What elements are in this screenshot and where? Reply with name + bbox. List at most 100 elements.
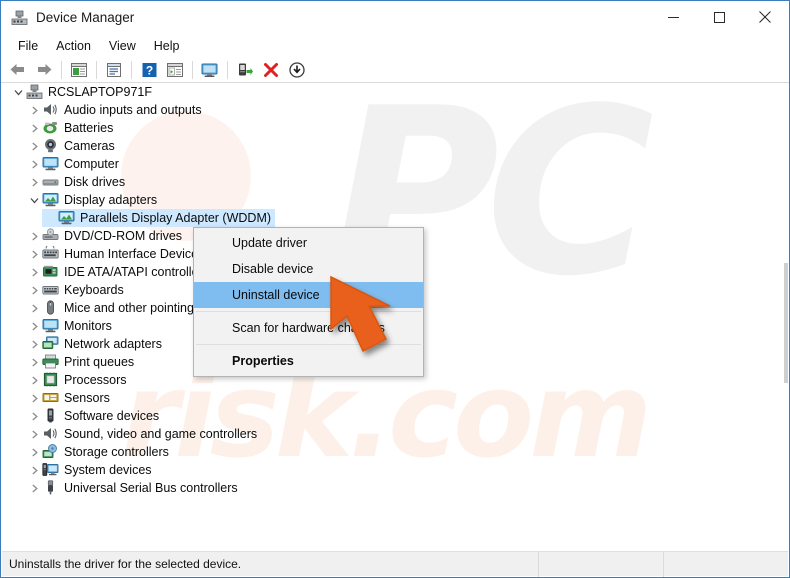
camera-icon (42, 138, 59, 155)
svg-text:?: ? (145, 63, 152, 77)
context-menu-item-update-driver[interactable]: Update driver (194, 230, 423, 256)
chevron-right-icon[interactable] (26, 425, 42, 443)
context-menu-item-properties[interactable]: Properties (194, 348, 423, 374)
chevron-right-icon[interactable] (26, 389, 42, 407)
chevron-right-icon[interactable] (26, 353, 42, 371)
tree-item-label: Computer (64, 157, 119, 171)
keyboard-icon (42, 282, 59, 299)
tree-item[interactable]: Display adapters (2, 191, 788, 209)
chevron-right-icon[interactable] (26, 263, 42, 281)
scrollbar-thumb[interactable] (784, 263, 788, 383)
refresh-icon[interactable] (163, 59, 187, 81)
tree-item[interactable]: Sound, video and game controllers (2, 425, 788, 443)
chevron-right-icon[interactable] (26, 137, 42, 155)
ide-controller-icon (42, 264, 59, 281)
chevron-right-icon[interactable] (26, 245, 42, 263)
disk-drive-icon (42, 174, 59, 191)
selected-item-highlight: Parallels Display Adapter (WDDM) (42, 209, 276, 227)
tree-item[interactable]: Disk drives (2, 173, 788, 191)
status-pane-1 (538, 551, 663, 577)
tree-item[interactable]: Cameras (2, 137, 788, 155)
context-menu-item-uninstall-device[interactable]: Uninstall device (194, 282, 423, 308)
chevron-right-icon[interactable] (26, 461, 42, 479)
dvd-drive-icon (42, 227, 59, 245)
tree-item[interactable]: Storage controllers (2, 443, 788, 461)
chevron-right-icon[interactable] (26, 227, 42, 245)
tree-item-label: System devices (64, 463, 152, 477)
chevron-right-icon[interactable] (26, 173, 42, 191)
context-menu-item-scan-for-hardware-changes[interactable]: Scan for hardware changes (194, 315, 423, 341)
tree-item-label: Network adapters (64, 337, 162, 351)
chevron-right-icon[interactable] (26, 299, 42, 317)
status-text: Uninstalls the driver for the selected d… (9, 557, 242, 571)
chevron-right-icon[interactable] (26, 479, 42, 497)
tree-item[interactable]: Computer (2, 155, 788, 173)
chevron-right-icon[interactable] (26, 371, 42, 389)
chevron-right-icon[interactable] (26, 335, 42, 353)
display-adapter-icon (58, 210, 75, 227)
properties-icon[interactable] (102, 59, 126, 81)
tree-item-label: Batteries (64, 121, 114, 135)
chevron-right-icon[interactable] (26, 119, 42, 137)
chevron-down-icon[interactable] (26, 191, 42, 209)
menu-view[interactable]: View (100, 36, 145, 56)
menu-action[interactable]: Action (47, 36, 100, 56)
context-menu-separator (196, 344, 421, 345)
chevron-down-icon[interactable] (10, 83, 26, 101)
usb-icon (42, 479, 59, 497)
storage-controller-icon (42, 443, 59, 461)
processor-icon (42, 372, 59, 389)
vertical-scrollbar[interactable] (784, 83, 788, 552)
chevron-right-icon[interactable] (26, 101, 42, 119)
minimize-button[interactable] (650, 1, 696, 33)
tree-item-label: Monitors (64, 319, 112, 333)
chevron-right-icon[interactable] (26, 317, 42, 335)
tree-item-label: Processors (64, 373, 127, 387)
tree-item[interactable]: Universal Serial Bus controllers (2, 479, 788, 497)
chevron-right-icon[interactable] (26, 281, 42, 299)
tree-item-label: Human Interface Devices (64, 247, 205, 261)
toolbar-separator (61, 60, 62, 79)
tree-item-label: Parallels Display Adapter (WDDM) (80, 211, 272, 225)
menu-help[interactable]: Help (145, 36, 189, 56)
help-icon[interactable]: ? (137, 59, 161, 81)
toolbar-separator (192, 60, 193, 79)
forward-icon[interactable] (32, 59, 56, 81)
disable-device-icon[interactable] (285, 59, 309, 81)
tree-item[interactable]: Parallels Display Adapter (WDDM) (2, 209, 788, 227)
tree-item-label: Audio inputs and outputs (64, 103, 202, 117)
network-adapter-icon (42, 335, 59, 353)
context-menu-item-disable-device[interactable]: Disable device (194, 256, 423, 282)
update-driver-icon[interactable] (233, 59, 257, 81)
close-button[interactable] (742, 1, 788, 33)
maximize-button[interactable] (696, 1, 742, 33)
device-manager-icon (11, 10, 28, 26)
uninstall-device-icon[interactable] (259, 59, 283, 81)
tree-item[interactable]: System devices (2, 461, 788, 479)
toolbar-separator (227, 60, 228, 79)
scan-for-hardware-changes-icon[interactable] (198, 59, 222, 81)
tree-item[interactable]: Audio inputs and outputs (2, 101, 788, 119)
device-manager-window: PC risk.com Device Manager File Action V… (0, 0, 790, 578)
tree-item[interactable]: Sensors (2, 389, 788, 407)
tree-item-label: Print queues (64, 355, 135, 369)
tree-root[interactable]: RCSLAPTOP971F (2, 83, 788, 101)
sensor-icon (42, 390, 59, 407)
chevron-right-icon[interactable] (26, 407, 42, 425)
chevron-right-icon[interactable] (26, 155, 42, 173)
tree-item[interactable]: Software devices (2, 407, 788, 425)
tree-item-label: Sound, video and game controllers (64, 427, 258, 441)
show-hide-console-tree-icon[interactable] (67, 59, 91, 81)
chevron-right-icon[interactable] (26, 443, 42, 461)
context-menu[interactable]: Update driver Disable device Uninstall dev… (193, 227, 424, 377)
menu-file[interactable]: File (9, 36, 47, 56)
tree-item[interactable]: Batteries (2, 119, 788, 137)
toolbar-separator (96, 60, 97, 79)
printer-icon (42, 354, 59, 371)
context-menu-separator (196, 311, 421, 312)
tree-root-label: RCSLAPTOP971F (48, 85, 152, 99)
back-icon[interactable] (6, 59, 30, 81)
menu-bar: File Action View Help (1, 34, 789, 57)
speaker-icon (42, 102, 59, 119)
